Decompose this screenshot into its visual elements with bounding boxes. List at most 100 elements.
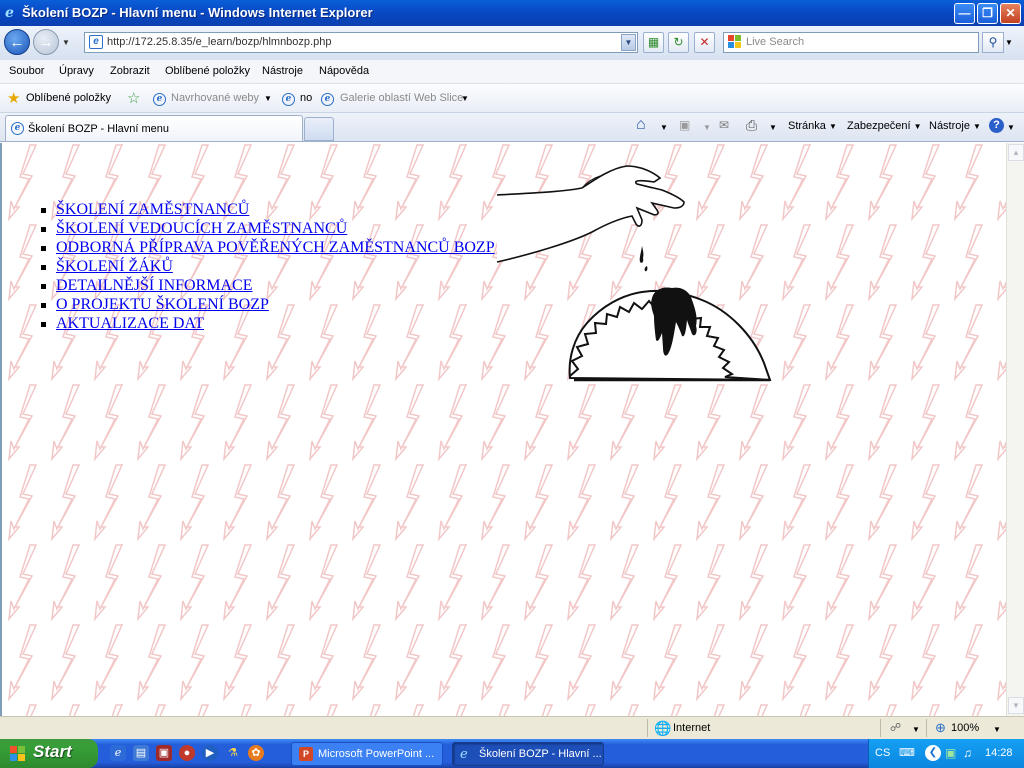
scroll-down-icon[interactable]: ▼ [1008,697,1024,714]
menu-view[interactable]: Zobrazit [110,65,150,77]
history-dropdown-icon[interactable]: ▼ [62,38,70,47]
tools-dropdown-icon: ▼ [973,122,981,131]
main-menu-list: ŠKOLENÍ ZAMĚSTNANCŮ ŠKOLENÍ VEDOUCÍCH ZA… [40,200,495,333]
print-icon[interactable]: ⎙ [746,117,757,134]
mail-icon[interactable]: ✉ [719,118,729,132]
tab-active[interactable]: e Školení BOZP - Hlavní menu [5,115,303,141]
quicklaunch-save-icon[interactable]: ▣ [156,745,172,761]
quicklaunch-ie-icon[interactable]: e [110,745,126,761]
no-link-icon: e [282,90,298,106]
tab-bar: e Školení BOZP - Hlavní menu ⌂ ▼ ▣ ▼ ✉ ⎙… [0,113,1024,142]
clock: 14:28 [985,747,1013,759]
favorites-bar: ★ Oblíbené položky ☆ e Navrhované weby ▼… [0,84,1024,113]
keyboard-icon[interactable]: ⌨ [899,746,915,759]
list-item: DETAILNĚJŠÍ INFORMACE [40,276,495,295]
print-dropdown-icon[interactable]: ▼ [769,123,777,132]
status-divider [647,719,648,737]
list-item: ODBORNÁ PŘÍPRAVA POVĚŘENÝCH ZAMĚSTNANCŮ … [40,238,495,257]
menu-file[interactable]: Soubor [9,65,44,77]
compatibility-view-icon[interactable]: ▦ [643,32,664,53]
protected-mode-icon[interactable]: ☍ [890,721,901,734]
safety-menu[interactable]: Zabezpečení ▼ [847,120,922,132]
taskbar-powerpoint[interactable]: P Microsoft PowerPoint ... [291,742,443,766]
search-box[interactable]: Live Search [723,32,979,53]
ie-taskbar-icon: e [460,747,468,762]
feeds-icon[interactable]: ▣ [679,118,690,132]
language-indicator[interactable]: CS [875,747,890,759]
protected-mode-dropdown-icon[interactable]: ▼ [912,725,920,734]
back-button[interactable]: ← [4,29,30,55]
window-title: Školení BOZP - Hlavní menu - Windows Int… [22,5,373,20]
zoom-icon[interactable]: ⊕ [935,720,946,736]
address-input[interactable]: http://172.25.8.35/e_learn/bozp/hlmnbozp… [107,36,331,48]
menu-link-professional-preparation[interactable]: ODBORNÁ PŘÍPRAVA POVĚŘENÝCH ZAMĚSTNANCŮ … [56,239,495,256]
tools-menu-label: Nástroje [929,120,970,132]
list-item: AKTUALIZACE DAT [40,314,495,333]
address-dropdown-icon[interactable]: ▼ [621,34,636,51]
menu-link-employee-training[interactable]: ŠKOLENÍ ZAMĚSTNANCŮ [56,201,249,218]
tools-menu[interactable]: Nástroje ▼ [929,120,981,132]
zoom-level[interactable]: 100% [951,722,979,734]
home-dropdown-icon[interactable]: ▼ [660,123,668,132]
minimize-button[interactable]: — [954,3,975,24]
ie-window: e Školení BOZP - Hlavní menu - Windows I… [0,0,1024,768]
new-tab-button[interactable] [304,117,334,141]
taskbar: Start e ▤ ▣ ● ▶ ⚗ ✿ P Microsoft PowerPoi… [0,739,1024,768]
search-options-icon[interactable]: ▼ [1005,38,1013,47]
menu-favorites[interactable]: Oblíbené položky [165,65,250,77]
home-icon[interactable]: ⌂ [636,116,646,134]
list-item: ŠKOLENÍ ŽÁKŮ [40,257,495,276]
address-bar[interactable]: e http://172.25.8.35/e_learn/bozp/hlmnbo… [84,32,638,53]
favorites-button[interactable]: Oblíbené položky [26,92,111,104]
search-input[interactable]: Live Search [746,36,804,48]
menu-link-data-update[interactable]: AKTUALIZACE DAT [56,315,204,332]
help-icon[interactable]: ? [989,118,1004,133]
network-icon[interactable]: ▣ [945,746,956,760]
zoom-dropdown-icon[interactable]: ▼ [993,725,1001,734]
powerpoint-icon: P [299,747,313,761]
no-link[interactable]: no [300,92,312,104]
list-item: ŠKOLENÍ VEDOUCÍCH ZAMĚSTNANCŮ [40,219,495,238]
page-menu[interactable]: Stránka ▼ [788,120,837,132]
add-favorite-icon[interactable]: ☆ [127,89,140,107]
suggested-sites-link[interactable]: Navrhované weby [171,92,259,104]
quicklaunch-media-icon[interactable]: ● [179,745,195,761]
web-slice-link[interactable]: Galerie oblastí Web Slice [340,92,463,104]
quicklaunch-tool-icon[interactable]: ⚗ [225,745,241,761]
menu-help[interactable]: Nápověda [319,65,369,77]
scroll-up-icon[interactable]: ▲ [1008,144,1024,161]
page-content: ŠKOLENÍ ZAMĚSTNANCŮ ŠKOLENÍ VEDOUCÍCH ZA… [0,143,1006,716]
status-bar: 🌐 Internet ☍ ▼ ⊕ 100% ▼ [0,716,1024,739]
search-icon[interactable]: ⚲ [982,32,1004,53]
volume-icon[interactable]: ♫ [963,746,972,760]
quicklaunch-explorer-icon[interactable]: ▤ [133,745,149,761]
start-button[interactable]: Start [0,739,98,768]
menu-tools[interactable]: Nástroje [262,65,303,77]
web-slice-dropdown-icon[interactable]: ▼ [461,94,469,103]
favorites-star-icon[interactable]: ★ [7,89,20,107]
close-button[interactable]: ✕ [1000,3,1021,24]
stop-icon[interactable]: ✕ [694,32,715,53]
taskbar-ie[interactable]: e Školení BOZP - Hlavní ... [452,742,604,766]
tray-expand-icon[interactable]: ❮ [925,745,941,761]
menu-link-student-training[interactable]: ŠKOLENÍ ŽÁKŮ [56,258,173,275]
menu-edit[interactable]: Úpravy [59,65,94,77]
menu-link-about-project[interactable]: O PROJEKTU ŠKOLENÍ BOZP [56,296,269,313]
web-slice-icon: e [321,90,337,106]
title-bar: e Školení BOZP - Hlavní menu - Windows I… [0,0,1024,26]
restore-button[interactable]: ❐ [977,3,998,24]
menu-link-detailed-info[interactable]: DETAILNĚJŠÍ INFORMACE [56,277,253,294]
forward-button[interactable]: → [33,29,59,55]
suggested-sites-dropdown-icon[interactable]: ▼ [264,94,272,103]
menu-bar: Soubor Úpravy Zobrazit Oblíbené položky … [0,60,1024,84]
menu-link-manager-training[interactable]: ŠKOLENÍ VEDOUCÍCH ZAMĚSTNANCŮ [56,220,347,237]
quicklaunch-player-icon[interactable]: ▶ [202,745,218,761]
help-dropdown-icon[interactable]: ▼ [1007,123,1015,132]
quicklaunch-firefox-icon[interactable]: ✿ [248,745,264,761]
list-item: ŠKOLENÍ ZAMĚSTNANCŮ [40,200,495,219]
internet-zone-icon: 🌐 [654,720,672,736]
system-tray: CS ⌨ ❮ ▣ ♫ 14:28 [868,739,1024,768]
vertical-scrollbar[interactable]: ▲ ▼ [1006,143,1024,716]
feeds-dropdown-icon[interactable]: ▼ [703,123,711,132]
refresh-icon[interactable]: ↻ [668,32,689,53]
